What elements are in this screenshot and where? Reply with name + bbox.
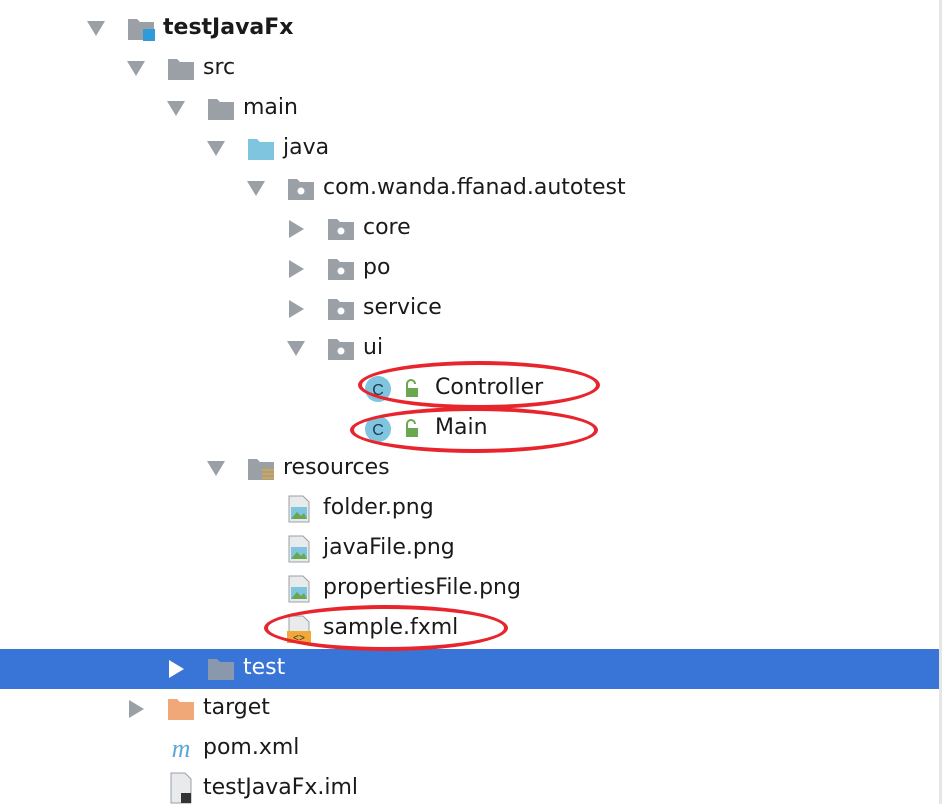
module-folder-icon <box>128 19 155 41</box>
tree-row-folder-png[interactable]: folder.png <box>0 489 942 529</box>
core-label: core <box>363 215 411 240</box>
tree-row-javafile-png[interactable]: javaFile.png <box>0 529 942 569</box>
test-label: test <box>243 655 286 680</box>
image-file-icon <box>288 495 310 523</box>
tree-row-package[interactable]: com.wanda.ffanad.autotest <box>0 169 942 209</box>
annotation-circle-controller <box>358 361 600 409</box>
tree-row-resources[interactable]: resources <box>0 449 942 489</box>
expand-arrow-icon[interactable] <box>287 341 305 356</box>
expand-arrow-icon[interactable] <box>87 21 105 36</box>
package-icon <box>328 259 354 280</box>
maven-icon: m <box>172 734 191 763</box>
service-label: service <box>363 295 442 320</box>
po-label: po <box>363 255 391 280</box>
tree-row-test[interactable]: test <box>0 649 942 689</box>
module-file-icon <box>170 772 192 804</box>
java-label: java <box>283 135 330 160</box>
image-file-icon <box>288 535 310 563</box>
ui-label: ui <box>363 335 384 360</box>
tree-row-src[interactable]: src <box>0 49 942 89</box>
collapse-arrow-icon[interactable] <box>289 220 304 238</box>
expand-arrow-icon[interactable] <box>127 61 145 76</box>
tree-row-java[interactable]: java <box>0 129 942 169</box>
resources-folder-icon <box>248 459 274 480</box>
target-label: target <box>203 695 270 720</box>
folder-icon <box>208 659 234 680</box>
folder-icon <box>168 59 194 80</box>
folder-png-label: folder.png <box>323 495 434 520</box>
iml-label: testJavaFx.iml <box>203 775 359 800</box>
collapse-arrow-icon[interactable] <box>289 300 304 318</box>
annotation-circle-sample-fxml <box>264 605 508 651</box>
tree-row-pom[interactable]: m pom.xml <box>0 729 942 769</box>
resources-label: resources <box>283 455 390 480</box>
folder-icon <box>208 99 234 120</box>
propertiesfile-png-label: propertiesFile.png <box>323 575 521 600</box>
collapse-arrow-icon[interactable] <box>169 660 184 678</box>
image-file-icon <box>288 575 310 603</box>
tree-row-service[interactable]: service <box>0 289 942 329</box>
annotation-circle-main <box>350 407 598 453</box>
expand-arrow-icon[interactable] <box>247 181 265 196</box>
package-icon <box>328 339 354 360</box>
svg-text:m: m <box>172 734 191 763</box>
main-label: main <box>243 95 298 120</box>
tree-row-po[interactable]: po <box>0 249 942 289</box>
project-label: testJavaFx <box>163 15 294 40</box>
javafile-png-label: javaFile.png <box>323 535 455 560</box>
collapse-arrow-icon[interactable] <box>289 260 304 278</box>
package-icon <box>328 219 354 240</box>
excluded-folder-icon <box>168 699 194 720</box>
expand-arrow-icon[interactable] <box>207 461 225 476</box>
src-label: src <box>203 55 236 80</box>
source-folder-icon <box>248 139 274 160</box>
expand-arrow-icon[interactable] <box>167 101 185 116</box>
tree-row-project[interactable]: testJavaFx <box>0 9 942 49</box>
tree-row-target[interactable]: target <box>0 689 942 729</box>
tree-row-propertiesfile-png[interactable]: propertiesFile.png <box>0 569 942 609</box>
package-icon <box>328 299 354 320</box>
collapse-arrow-icon[interactable] <box>129 700 144 718</box>
pom-label: pom.xml <box>203 735 300 760</box>
tree-row-iml[interactable]: testJavaFx.iml <box>0 769 942 809</box>
tree-row-core[interactable]: core <box>0 209 942 249</box>
tree-row-main[interactable]: main <box>0 89 942 129</box>
package-label: com.wanda.ffanad.autotest <box>323 175 626 200</box>
package-icon <box>288 179 314 200</box>
expand-arrow-icon[interactable] <box>207 141 225 156</box>
